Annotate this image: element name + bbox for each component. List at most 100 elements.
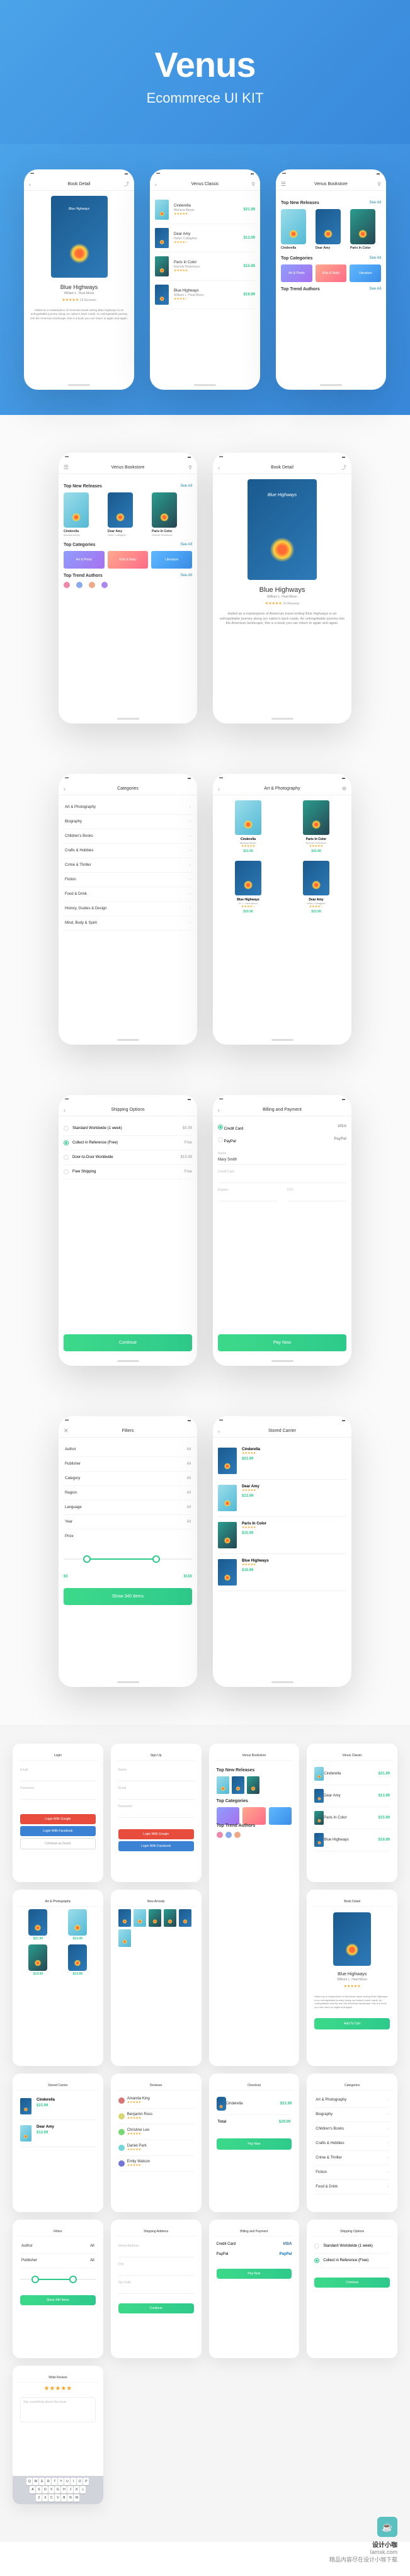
category-row[interactable]: Crime & Thriller› xyxy=(314,2151,390,2165)
facebook-login-button[interactable]: Login With Facebook xyxy=(118,1841,194,1851)
close-icon[interactable]: ✕ xyxy=(64,1427,69,1434)
name-input[interactable] xyxy=(118,1772,194,1781)
category-row[interactable]: Art & Photography› xyxy=(64,800,192,815)
pay-now-button[interactable]: Pay Now xyxy=(218,1334,346,1351)
menu-icon[interactable]: ☰ xyxy=(64,464,69,471)
product-card[interactable]: Blue HighwaysW. L. Heat-Moon★★★★☆$19.99 xyxy=(218,861,278,914)
back-icon[interactable]: ‹ xyxy=(218,465,220,471)
author-avatar[interactable] xyxy=(101,582,108,588)
cart-item[interactable]: Blue Highways★★★★★$19.99 xyxy=(218,1554,346,1591)
category-chip[interactable]: Literature xyxy=(350,264,381,282)
payment-credit-radio[interactable]: Credit CardVISA xyxy=(217,2239,292,2249)
filter-row[interactable]: CategoryAll xyxy=(64,1472,192,1486)
continue-button[interactable]: Continue xyxy=(118,2303,194,2313)
menu-icon[interactable]: ☰ xyxy=(281,181,286,188)
product-card[interactable]: Paris In ColorNichole Robertson★★★★★$15.… xyxy=(286,800,346,853)
name-input[interactable]: Mary Smith xyxy=(218,1155,346,1165)
payment-paypal-radio[interactable]: PayPalPayPal xyxy=(217,2249,292,2259)
password-input[interactable] xyxy=(20,1790,96,1800)
cvv-input[interactable] xyxy=(287,1192,347,1201)
cart-item[interactable]: Cinderella★★★★★$21.99 xyxy=(218,1443,346,1480)
category-chip[interactable]: Kids & Baby xyxy=(316,264,347,282)
continue-button[interactable]: Continue xyxy=(314,2278,390,2288)
author-avatar[interactable] xyxy=(76,582,83,588)
category-row[interactable]: Food & Drink› xyxy=(64,887,192,902)
author-avatar[interactable] xyxy=(89,582,95,588)
share-icon[interactable]: ⤴ xyxy=(124,181,129,188)
price-slider[interactable] xyxy=(64,1553,192,1565)
list-item[interactable]: Paris In ColorNichole Robertson★★★★★$15.… xyxy=(155,252,255,281)
show-items-button[interactable]: Show 340 Items xyxy=(64,1588,192,1605)
category-row[interactable]: Crafts & Hobbies› xyxy=(64,844,192,858)
back-icon[interactable]: ‹ xyxy=(218,1428,220,1434)
see-all-link[interactable]: See All xyxy=(369,201,381,205)
category-row[interactable]: Crafts & Hobbies› xyxy=(314,2136,390,2151)
city-input[interactable] xyxy=(118,2266,194,2276)
cart-item[interactable]: Dear Amy$13.99 xyxy=(20,2120,96,2147)
category-row[interactable]: Mind, Body & Spirit› xyxy=(64,916,192,931)
category-row[interactable]: Crime & Thriller› xyxy=(64,858,192,873)
see-all-link[interactable]: See All xyxy=(180,484,192,489)
category-row[interactable]: History, Guides & Design› xyxy=(64,902,192,916)
price-slider[interactable] xyxy=(20,2273,96,2286)
author-avatar[interactable] xyxy=(64,582,70,588)
category-row[interactable]: Food & Drink› xyxy=(314,2180,390,2194)
review-textarea[interactable]: Say something about this book xyxy=(20,2397,96,2422)
shipping-option[interactable]: Collect in Reference (Free)Free xyxy=(64,1136,192,1150)
see-all-link[interactable]: See All xyxy=(369,287,381,292)
street-input[interactable] xyxy=(118,2248,194,2257)
category-chip[interactable]: Literature xyxy=(151,551,192,569)
list-item[interactable]: Blue HighwaysWilliam L. Heat-Moon★★★★☆$1… xyxy=(155,281,255,309)
password-input[interactable] xyxy=(118,1808,194,1818)
category-row[interactable]: Fiction› xyxy=(314,2165,390,2180)
guest-button[interactable]: Continue as Guest xyxy=(20,1838,96,1849)
expires-input[interactable] xyxy=(218,1192,278,1201)
category-row[interactable]: Biography› xyxy=(64,815,192,829)
back-icon[interactable]: ‹ xyxy=(29,181,31,188)
back-icon[interactable]: ‹ xyxy=(64,786,65,792)
product-card[interactable]: Dear AmyHelen Callaghan★★★★☆$13.99 xyxy=(286,861,346,914)
filter-row[interactable]: YearAll xyxy=(64,1515,192,1529)
see-all-link[interactable]: See All xyxy=(180,543,192,547)
keyboard[interactable]: QWERTYUIOP ASDFGHJKL ZXCVBNM xyxy=(13,2476,103,2504)
cart-item[interactable]: Paris In Color★★★★★$15.99 xyxy=(218,1517,346,1554)
category-row[interactable]: Biography› xyxy=(314,2108,390,2122)
filter-row[interactable]: AuthorAll xyxy=(20,2239,96,2254)
category-row[interactable]: Children's Books› xyxy=(314,2122,390,2136)
share-icon[interactable]: ⤴ xyxy=(341,464,346,471)
product-card[interactable]: $13.99 xyxy=(60,1944,96,1976)
filter-row[interactable]: RegionAll xyxy=(64,1486,192,1501)
shipping-option[interactable]: Door-to-Door Worldwide$15.99 xyxy=(64,1150,192,1165)
search-icon[interactable]: ⚲ xyxy=(251,181,255,187)
zip-input[interactable] xyxy=(118,2284,194,2294)
see-all-link[interactable]: See All xyxy=(180,574,192,578)
book-card[interactable]: Dear Amy xyxy=(316,209,346,250)
shipping-option[interactable]: Standard Worldwide (1 week)$5.99 xyxy=(64,1121,192,1136)
shipping-option[interactable]: Free ShippingFree xyxy=(64,1165,192,1179)
book-card[interactable]: Cinderella xyxy=(281,209,312,250)
category-row[interactable]: Children's Books› xyxy=(64,829,192,844)
add-cart-button[interactable]: Add To Cart xyxy=(314,2018,390,2029)
google-login-button[interactable]: Login With Google xyxy=(118,1829,194,1839)
category-chip[interactable]: Kids & Baby xyxy=(108,551,149,569)
search-icon[interactable]: ⚲ xyxy=(188,465,192,470)
filter-row[interactable]: PublisherAll xyxy=(64,1457,192,1472)
pay-now-button[interactable]: Pay Now xyxy=(217,2138,292,2150)
category-chip[interactable]: Art & Photo xyxy=(64,551,105,569)
list-item[interactable]: CinderellaMarissa Meyer★★★★★$21.99 xyxy=(155,196,255,224)
product-card[interactable]: $15.99 xyxy=(60,1909,96,1941)
cart-item[interactable]: Dear Amy★★★★★$13.99 xyxy=(218,1480,346,1517)
cart-item[interactable]: Cinderella$21.99 xyxy=(20,2093,96,2120)
category-row[interactable]: Art & Photography› xyxy=(314,2093,390,2108)
list-item[interactable]: Dear AmyHelen Callaghan★★★★☆$13.99 xyxy=(155,224,255,252)
shipping-option[interactable]: Collect in Reference (Free) xyxy=(314,2254,390,2268)
book-card[interactable]: Dear AmyHelen Callaghan xyxy=(108,492,148,536)
back-icon[interactable]: ‹ xyxy=(64,1107,65,1113)
payment-paypal-radio[interactable]: PayPalPayPal xyxy=(218,1134,346,1147)
book-card[interactable]: CinderellaMarissa Meyer xyxy=(64,492,104,536)
category-row[interactable]: Fiction› xyxy=(64,873,192,887)
facebook-login-button[interactable]: Login With Facebook xyxy=(20,1826,96,1836)
product-card[interactable]: $21.99 xyxy=(20,1909,56,1941)
product-card[interactable]: CinderellaMarissa Meyer★★★★★$21.99 xyxy=(218,800,278,853)
book-card[interactable]: Paris In Color xyxy=(350,209,381,250)
